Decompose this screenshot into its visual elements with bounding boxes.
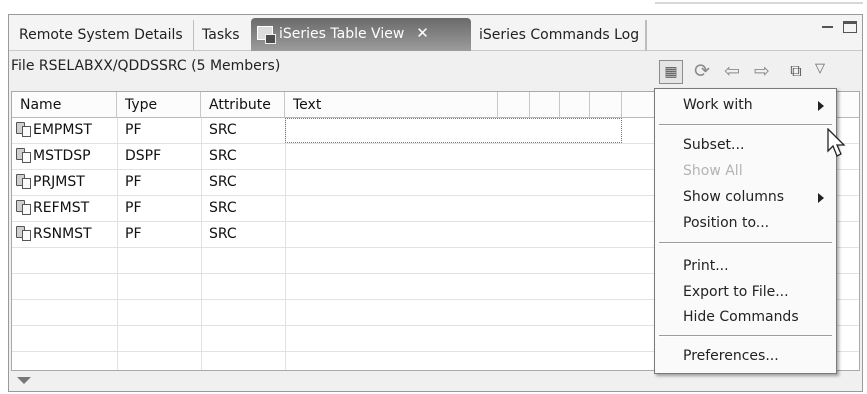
menu-item-label: Position to...: [683, 215, 770, 231]
member-name: REFMST: [33, 200, 90, 216]
member-icon: [16, 200, 31, 215]
cell-type: DSPF: [125, 148, 162, 164]
menu-item-label: Hide Commands: [683, 309, 799, 325]
table-view-icon: [257, 26, 276, 44]
menu-item-export-to-file[interactable]: Export to File...: [655, 280, 836, 304]
member-icon: [16, 174, 31, 189]
menu-item-work-with[interactable]: Work with: [655, 93, 836, 117]
minimize-icon[interactable]: [821, 21, 835, 33]
workbench-top-strip: [0, 0, 867, 14]
member-name: RSNMST: [33, 226, 92, 242]
cell-focus-indicator: [285, 118, 622, 143]
back-arrow-icon[interactable]: ⇦: [720, 60, 744, 84]
cell-name: RSNMST: [12, 222, 92, 248]
cell-attribute: SRC: [209, 200, 237, 216]
tab-remote-system-details[interactable]: Remote System Details: [11, 20, 191, 50]
view-dropdown-menu: Work with Subset... Show All Show column…: [654, 88, 837, 374]
cell-attribute: SRC: [209, 122, 237, 138]
menu-item-label: Show columns: [683, 189, 785, 205]
column-header-empty[interactable]: [498, 92, 530, 118]
cell-attribute: SRC: [209, 226, 237, 242]
menu-item-hide-commands[interactable]: Hide Commands: [655, 305, 836, 329]
tab-label: iSeries Commands Log: [479, 27, 640, 43]
menu-item-print[interactable]: Print...: [655, 254, 836, 278]
table-view-icon[interactable]: ▦: [659, 60, 683, 84]
column-header-text[interactable]: Text: [285, 92, 498, 118]
menu-item-label: Work with: [683, 97, 753, 113]
column-header-name[interactable]: Name: [12, 92, 117, 118]
view-menu-chevron-icon[interactable]: ▽: [812, 58, 828, 82]
cell-attribute: SRC: [209, 174, 237, 190]
menu-item-label: Print...: [683, 258, 729, 274]
member-name: MSTDSP: [33, 148, 91, 164]
command-icon[interactable]: ⧉: [784, 60, 808, 84]
menu-separator: [659, 242, 832, 244]
cell-name: MSTDSP: [12, 144, 91, 170]
cell-name: EMPMST: [12, 118, 92, 144]
cell-type: PF: [125, 174, 142, 190]
menu-item-show-all: Show All: [655, 159, 836, 183]
cell-name: PRJMST: [12, 170, 85, 196]
submenu-arrow-icon: [818, 101, 824, 111]
column-header-attribute[interactable]: Attribute: [201, 92, 285, 118]
column-header-empty[interactable]: [560, 92, 590, 118]
view-footer: [9, 373, 862, 391]
menu-separator: [659, 335, 832, 337]
menu-item-position-to[interactable]: Position to...: [655, 211, 836, 235]
forward-arrow-icon[interactable]: ⇨: [750, 60, 774, 84]
menu-item-label: Show All: [683, 163, 743, 179]
tab-label: Tasks: [202, 27, 240, 43]
menu-item-subset[interactable]: Subset...: [655, 133, 836, 157]
cell-type: PF: [125, 122, 142, 138]
cell-type: PF: [125, 226, 142, 242]
member-icon: [16, 122, 31, 137]
tab-label: iSeries Table View: [279, 26, 405, 42]
cell-type: PF: [125, 200, 142, 216]
close-icon[interactable]: ✕: [416, 18, 429, 48]
column-header-type[interactable]: Type: [117, 92, 201, 118]
tab-tasks[interactable]: Tasks: [193, 20, 248, 50]
refresh-icon[interactable]: ⟳: [690, 60, 714, 84]
maximize-icon[interactable]: [843, 21, 857, 33]
cell-name: REFMST: [12, 196, 89, 222]
column-header-empty[interactable]: [590, 92, 622, 118]
member-name: PRJMST: [33, 174, 85, 190]
submenu-arrow-icon: [818, 193, 824, 203]
menu-separator: [659, 124, 832, 126]
expand-caret-icon[interactable]: [17, 377, 31, 384]
menu-item-label: Preferences...: [683, 348, 779, 364]
tab-label: Remote System Details: [19, 27, 183, 43]
member-icon: [16, 148, 31, 163]
top-divider: [655, 2, 863, 5]
menu-item-show-columns[interactable]: Show columns: [655, 185, 836, 209]
cell-attribute: SRC: [209, 148, 237, 164]
tab-divider: [645, 20, 647, 51]
view-title: File RSELABXX/QDDSSRC (5 Members): [11, 58, 281, 74]
member-icon: [16, 226, 31, 241]
menu-item-label: Subset...: [683, 137, 745, 153]
column-header-empty[interactable]: [530, 92, 560, 118]
menu-item-label: Export to File...: [683, 284, 789, 300]
view-title-row: File RSELABXX/QDDSSRC (5 Members) ▦ ⟳ ⇦ …: [9, 52, 862, 89]
tab-iseries-commands-log[interactable]: iSeries Commands Log: [471, 20, 647, 50]
tab-iseries-table-view[interactable]: iSeries Table View ✕: [251, 18, 471, 51]
menu-item-preferences[interactable]: Preferences...: [655, 344, 836, 368]
member-name: EMPMST: [33, 122, 92, 138]
view-tab-bar: Remote System Details Tasks iSeries Tabl…: [9, 15, 862, 51]
